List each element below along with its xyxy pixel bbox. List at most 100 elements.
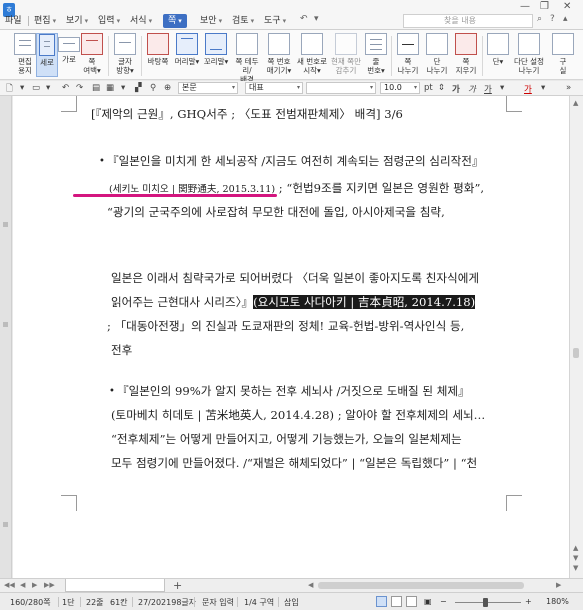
- doc-line-book2-desc2: 전후: [111, 343, 133, 357]
- zoom-slider[interactable]: [455, 602, 521, 603]
- master-page-icon: [147, 33, 169, 55]
- scroll-right-icon[interactable]: ▶: [556, 581, 561, 589]
- font-color-dropdown-icon[interactable]: ▾: [541, 83, 545, 93]
- menu-security[interactable]: 보안 ▾: [200, 14, 222, 28]
- page-number-button[interactable]: 쪽 번호 매기기▾: [264, 33, 294, 77]
- fit-page-icon[interactable]: ▣: [424, 597, 432, 606]
- text-direction-button[interactable]: 글자 방향▾: [112, 33, 138, 77]
- status-input-mode[interactable]: 문자 입력: [202, 597, 234, 608]
- save-icon[interactable]: ▭: [32, 83, 40, 93]
- prev-tab-icon[interactable]: ◀: [20, 581, 25, 589]
- add-tab-icon[interactable]: +: [173, 579, 182, 592]
- multi-column-button[interactable]: 다단 설정 나누기: [512, 33, 546, 77]
- normal-view-icon[interactable]: [376, 596, 387, 607]
- bold-icon[interactable]: 가: [452, 83, 460, 95]
- search-input[interactable]: 찾을 내용: [403, 14, 533, 28]
- delete-page-button[interactable]: 쪽 지우기: [453, 33, 479, 77]
- menu-page[interactable]: 쪽 ▾: [163, 14, 187, 28]
- close-icon[interactable]: ✕: [563, 1, 571, 12]
- master-page-button[interactable]: 바탕쪽: [145, 33, 171, 77]
- ribbon-collapse-icon[interactable]: ▴: [563, 14, 568, 24]
- menu-edit[interactable]: 편집 ▾: [34, 14, 56, 28]
- line-number-button[interactable]: 줄 번호▾: [364, 33, 388, 77]
- columns-icon: [487, 33, 509, 55]
- menu-separator: [28, 16, 29, 26]
- status-page[interactable]: 160/280쪽: [10, 597, 51, 608]
- status-insert-mode[interactable]: 삽입: [284, 597, 299, 608]
- left-gutter: [0, 96, 12, 578]
- back-icon[interactable]: ↶: [300, 14, 308, 24]
- page-border-button[interactable]: 쪽 테두리/ 배경: [231, 33, 263, 84]
- copy-icon[interactable]: ▦: [106, 83, 114, 93]
- columns-button[interactable]: 단▾: [486, 33, 510, 77]
- web-view-icon[interactable]: [406, 596, 417, 607]
- toolbar-overflow-icon[interactable]: »: [566, 83, 571, 93]
- menu-file[interactable]: 파일: [5, 14, 22, 28]
- zoom-out-icon[interactable]: −: [440, 597, 447, 606]
- zoom-level[interactable]: 180%: [546, 597, 569, 606]
- hide-page-button[interactable]: 현재 쪽만 감추기: [330, 33, 362, 77]
- new-document-icon[interactable]: 🗋: [6, 83, 13, 97]
- underline-dropdown-icon[interactable]: ▾: [500, 83, 504, 93]
- stepper-icon[interactable]: ⇕: [438, 83, 445, 93]
- line-number-icon: [365, 33, 387, 55]
- menu-view[interactable]: 보기 ▾: [66, 14, 88, 28]
- format-paint-icon[interactable]: ▞: [135, 83, 142, 93]
- page-break-button[interactable]: 쪽 나누기: [395, 33, 421, 77]
- prev-page-icon[interactable]: ▲: [573, 544, 578, 552]
- portrait-button[interactable]: 세로: [36, 33, 58, 77]
- landscape-button[interactable]: 가로: [58, 33, 80, 77]
- document-page[interactable]: [『제악의 근원』, GHQ서주 ; 〈도표 전범재판체제〉 배격] 3/6 •…: [13, 96, 569, 578]
- search-icon[interactable]: ⌕: [537, 14, 542, 24]
- minimize-icon[interactable]: —: [520, 1, 530, 12]
- header-button[interactable]: 머리말▾: [173, 33, 201, 77]
- vertical-scrollbar[interactable]: ▲ ▲ ▼ ▼: [569, 96, 583, 578]
- selected-text[interactable]: (요시모토 사다아키 | 吉本貞昭, 2014.7.18): [253, 295, 476, 309]
- redo-icon[interactable]: ↷: [76, 83, 83, 93]
- more-ribbon-button[interactable]: 구 실: [550, 33, 576, 77]
- menu-more-icon[interactable]: ▾: [314, 14, 319, 24]
- doc-line-book3-title: 『일본인의 99%가 알지 못하는 전후 세뇌사 /거짓으로 도배질 된 체제』: [117, 384, 470, 398]
- next-tab-icon[interactable]: ▶: [32, 581, 37, 589]
- style-icon[interactable]: ⊕: [164, 83, 171, 93]
- print-preview-icon[interactable]: ▤: [92, 83, 100, 93]
- zoom-slider-knob[interactable]: [482, 598, 488, 607]
- next-page-icon[interactable]: ▼: [573, 564, 578, 572]
- page-setup-button[interactable]: 편집 용지: [13, 33, 37, 77]
- first-tab-icon[interactable]: ◀◀: [4, 581, 15, 589]
- document-tab[interactable]: [65, 579, 165, 592]
- underline-icon[interactable]: 가: [484, 83, 492, 95]
- footer-button[interactable]: 꼬리말▾: [202, 33, 230, 77]
- paste-icon[interactable]: ▾: [121, 83, 125, 93]
- scroll-left-icon[interactable]: ◀: [308, 581, 313, 589]
- font-select[interactable]: 대표 ▾: [245, 82, 303, 94]
- font-name-select[interactable]: ▾: [306, 82, 376, 94]
- horizontal-scroll-row: ◀◀ ◀ ▶ ▶▶ + ◀ ▶: [0, 578, 583, 592]
- undo-icon[interactable]: ↶: [62, 83, 69, 93]
- column-break-button[interactable]: 단 나누기: [424, 33, 450, 77]
- menu-tools[interactable]: 도구 ▾: [264, 14, 286, 28]
- menu-insert[interactable]: 입력 ▾: [98, 14, 120, 28]
- font-size-input[interactable]: 10.0 ▾: [380, 82, 420, 94]
- vertical-scroll-thumb[interactable]: [573, 348, 579, 358]
- italic-icon[interactable]: 가: [468, 83, 476, 95]
- print-icon[interactable]: ▾: [46, 83, 50, 93]
- restore-icon[interactable]: ❐: [540, 1, 549, 12]
- menu-format[interactable]: 서식 ▾: [130, 14, 152, 28]
- menu-review[interactable]: 검토 ▾: [232, 14, 254, 28]
- scroll-down-icon[interactable]: ▼: [573, 554, 578, 562]
- doc-line-book3-desc2: 모두 점령기에 만들어졌다. /“재벌은 해체되었다” | “일본은 독립했다”…: [111, 456, 478, 470]
- last-tab-icon[interactable]: ▶▶: [44, 581, 55, 589]
- open-icon[interactable]: ▾: [20, 83, 24, 93]
- font-color-icon[interactable]: 가: [524, 83, 532, 95]
- page-margin-button[interactable]: 쪽 여백▾: [80, 33, 104, 77]
- scroll-up-icon[interactable]: ▲: [573, 99, 578, 107]
- zoom-in-icon[interactable]: +: [525, 597, 532, 606]
- new-number-button[interactable]: 새 번호로 시작▾: [296, 33, 328, 77]
- style-select[interactable]: 본문 ▾: [178, 82, 238, 94]
- horizontal-scroll-thumb[interactable]: [318, 582, 524, 589]
- find-icon[interactable]: ⚲: [150, 83, 156, 93]
- status-separator: [194, 597, 195, 607]
- layout-view-icon[interactable]: [391, 596, 402, 607]
- help-icon[interactable]: ?: [550, 14, 555, 24]
